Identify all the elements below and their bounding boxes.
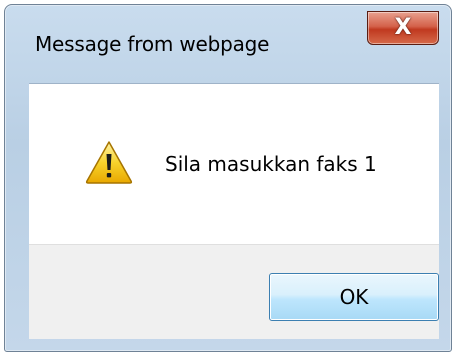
dialog-titlebar[interactable]: Message from webpage X	[5, 5, 451, 83]
dialog-button-bar: OK	[29, 244, 439, 339]
dialog-body: Sila masukkan faks 1 OK	[29, 83, 439, 339]
close-button[interactable]: X	[367, 11, 439, 45]
message-dialog: Message from webpage X Sila masukkan fak…	[4, 4, 452, 352]
close-icon: X	[394, 15, 412, 40]
warning-icon	[85, 141, 133, 184]
dialog-message: Sila masukkan faks 1	[165, 152, 377, 176]
dialog-title: Message from webpage	[35, 32, 270, 56]
message-area: Sila masukkan faks 1	[29, 84, 439, 244]
ok-button[interactable]: OK	[269, 273, 439, 321]
